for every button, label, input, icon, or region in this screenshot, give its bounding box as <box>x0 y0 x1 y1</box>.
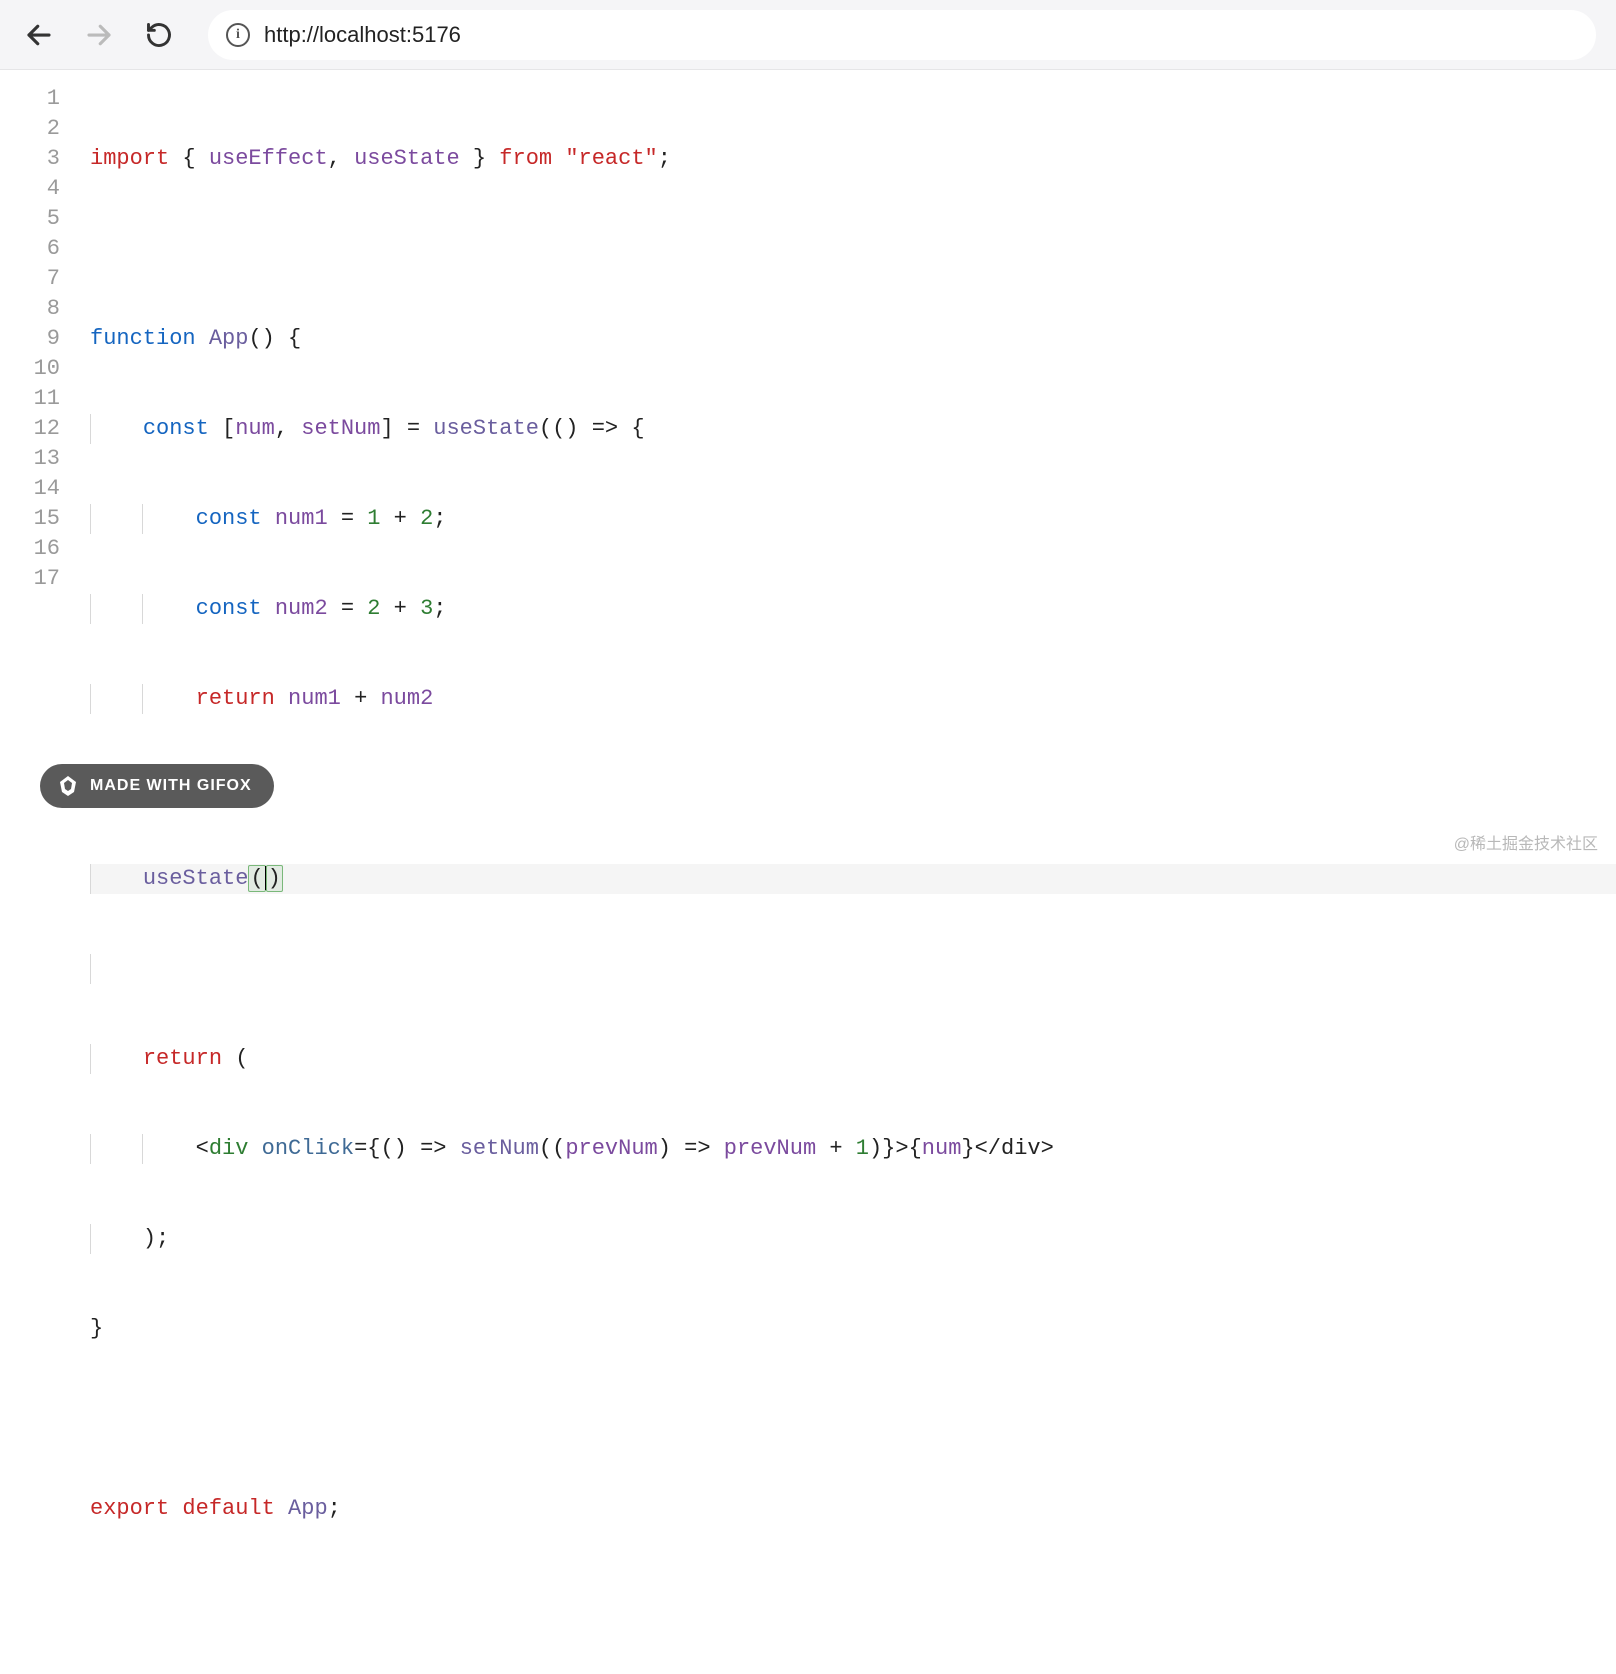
code-area[interactable]: import { useEffect, useState } from "rea… <box>90 84 1616 1674</box>
line-number: 14 <box>0 474 60 504</box>
code-line <box>90 954 1616 984</box>
line-number: 10 <box>0 354 60 384</box>
line-number: 4 <box>0 174 60 204</box>
code-line: return ( <box>90 1044 1616 1074</box>
gifox-badge-text: MADE WITH GIFOX <box>90 777 252 795</box>
code-line: function App() { <box>90 324 1616 354</box>
line-number: 17 <box>0 564 60 594</box>
site-info-icon[interactable]: i <box>226 23 250 47</box>
code-line: return num1 + num2 <box>90 684 1616 714</box>
code-line: const num1 = 1 + 2; <box>90 504 1616 534</box>
code-line <box>90 1404 1616 1434</box>
line-number: 11 <box>0 384 60 414</box>
back-button[interactable] <box>20 16 58 54</box>
code-line: const num2 = 2 + 3; <box>90 594 1616 624</box>
address-bar[interactable]: i http://localhost:5176 <box>208 10 1596 60</box>
code-line: const [num, setNum] = useState(() => { <box>90 414 1616 444</box>
code-line: import { useEffect, useState } from "rea… <box>90 144 1616 174</box>
line-number: 16 <box>0 534 60 564</box>
line-number: 2 <box>0 114 60 144</box>
line-number: 7 <box>0 264 60 294</box>
line-number: 15 <box>0 504 60 534</box>
reload-button[interactable] <box>140 16 178 54</box>
gifox-badge[interactable]: MADE WITH GIFOX <box>40 764 274 808</box>
line-number-gutter: 1 2 3 4 5 6 7 8 9 10 11 12 13 14 15 16 1… <box>0 84 90 1674</box>
code-line: } <box>90 1314 1616 1344</box>
code-line <box>90 234 1616 264</box>
url-text: http://localhost:5176 <box>264 22 461 48</box>
line-number: 13 <box>0 444 60 474</box>
line-number: 9 <box>0 324 60 354</box>
code-line-active: useState() <box>90 864 1616 894</box>
line-number: 1 <box>0 84 60 114</box>
fox-icon <box>56 774 80 798</box>
line-number: 8 <box>0 294 60 324</box>
line-number: 6 <box>0 234 60 264</box>
code-line: ); <box>90 1224 1616 1254</box>
code-editor[interactable]: 1 2 3 4 5 6 7 8 9 10 11 12 13 14 15 16 1… <box>0 70 1616 1674</box>
nav-buttons <box>20 16 178 54</box>
code-line: export default App; <box>90 1494 1616 1524</box>
code-line <box>90 1584 1616 1614</box>
browser-toolbar: i http://localhost:5176 <box>0 0 1616 70</box>
line-number: 3 <box>0 144 60 174</box>
watermark-text: @稀土掘金技术社区 <box>1454 830 1598 854</box>
line-number: 12 <box>0 414 60 444</box>
code-line: <div onClick={() => setNum((prevNum) => … <box>90 1134 1616 1164</box>
line-number: 5 <box>0 204 60 234</box>
code-line: }); <box>90 774 1616 804</box>
forward-button[interactable] <box>80 16 118 54</box>
